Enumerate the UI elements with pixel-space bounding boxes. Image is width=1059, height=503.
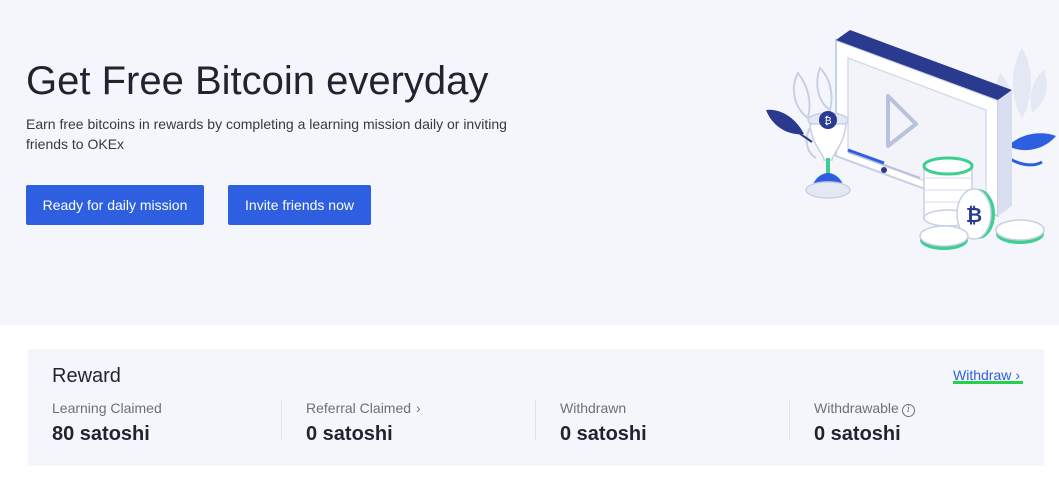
leaf-decoration-blue [1005, 133, 1056, 167]
reward-title: Reward [52, 365, 121, 387]
stat-divider [789, 400, 790, 440]
hero-subtitle: Earn free bitcoins in rewards by complet… [26, 116, 507, 152]
stat-value: 0 satoshi [306, 423, 393, 445]
withdraw-highlight-underline [953, 381, 1023, 384]
daily-mission-button[interactable]: Ready for daily mission [26, 185, 204, 225]
stat-learning-claimed: Learning Claimed 80 satoshi [52, 400, 306, 445]
stat-value: 0 satoshi [560, 423, 647, 445]
reward-card: Reward Withdraw › Learning Claimed 80 sat… [28, 349, 1044, 466]
hero-illustration: ₿ ₿ [766, 30, 1056, 250]
chevron-right-icon: › [416, 400, 421, 416]
page-title: Get Free Bitcoin everyday [26, 59, 489, 103]
svg-text:₿: ₿ [824, 115, 831, 127]
stat-divider [281, 400, 282, 440]
stat-label: Learning Claimed [52, 400, 162, 416]
stat-withdrawable: Withdrawable i 0 satoshi [814, 400, 1059, 445]
stat-value: 80 satoshi [52, 423, 150, 445]
invite-friends-button[interactable]: Invite friends now [228, 185, 371, 225]
stat-withdrawn: Withdrawn 0 satoshi [560, 400, 814, 445]
stat-label-row: Withdrawable i [814, 400, 915, 417]
stat-label: Withdrawn [560, 400, 627, 416]
info-icon[interactable]: i [901, 404, 915, 417]
stat-divider [535, 400, 536, 440]
stat-referral-claimed[interactable]: Referral Claimed › 0 satoshi [306, 400, 560, 445]
svg-text:₿: ₿ [966, 203, 982, 227]
hero-banner: Get Free Bitcoin everyday Earn free bitc… [0, 0, 1059, 325]
stat-label: Withdrawable [814, 400, 899, 416]
stat-value: 0 satoshi [814, 423, 901, 445]
stat-label-row[interactable]: Referral Claimed › [306, 400, 421, 416]
stat-label: Referral Claimed [306, 400, 412, 416]
